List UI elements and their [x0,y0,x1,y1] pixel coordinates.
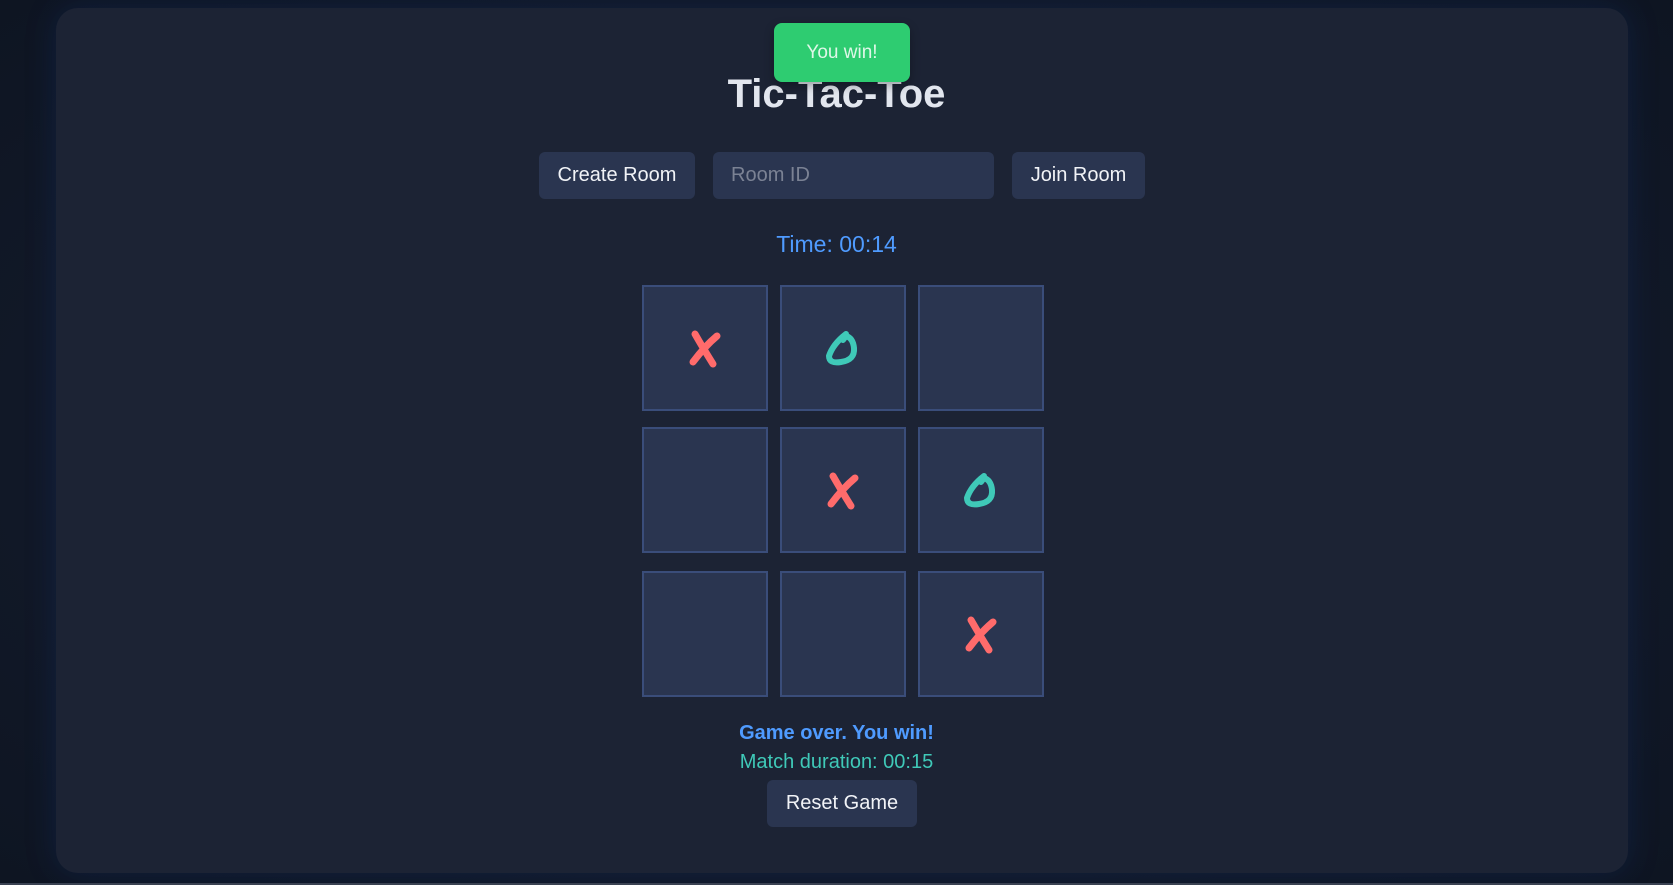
x-mark-icon [689,330,721,368]
board-cell-1-3[interactable] [918,285,1044,411]
board-cell-1-1[interactable] [642,285,768,411]
board-cell-2-3[interactable] [918,427,1044,553]
board-cell-3-3[interactable] [918,571,1044,697]
board-cell-1-2[interactable] [780,285,906,411]
app-background: You win! Tic-Tac-Toe Create Room Join Ro… [0,0,1673,885]
match-duration: Match duration: 00:15 [739,751,934,773]
game-timer: Time: 00:14 [776,231,897,257]
board-cell-2-1[interactable] [642,427,768,553]
join-room-button[interactable]: Join Room [1012,152,1145,199]
o-mark-icon [826,331,858,366]
game-status: Game over. You win! [739,722,934,744]
win-toast: You win! [774,23,910,82]
board-cell-3-1[interactable] [642,571,768,697]
reset-game-button[interactable]: Reset Game [767,780,917,827]
board-cell-2-2[interactable] [780,427,906,553]
board-cell-3-2[interactable] [780,571,906,697]
x-mark-icon [827,472,859,510]
room-id-input[interactable] [713,152,994,199]
game-board [642,285,1046,697]
create-room-button[interactable]: Create Room [539,152,695,199]
o-mark-icon [964,473,996,508]
x-mark-icon [965,616,997,654]
